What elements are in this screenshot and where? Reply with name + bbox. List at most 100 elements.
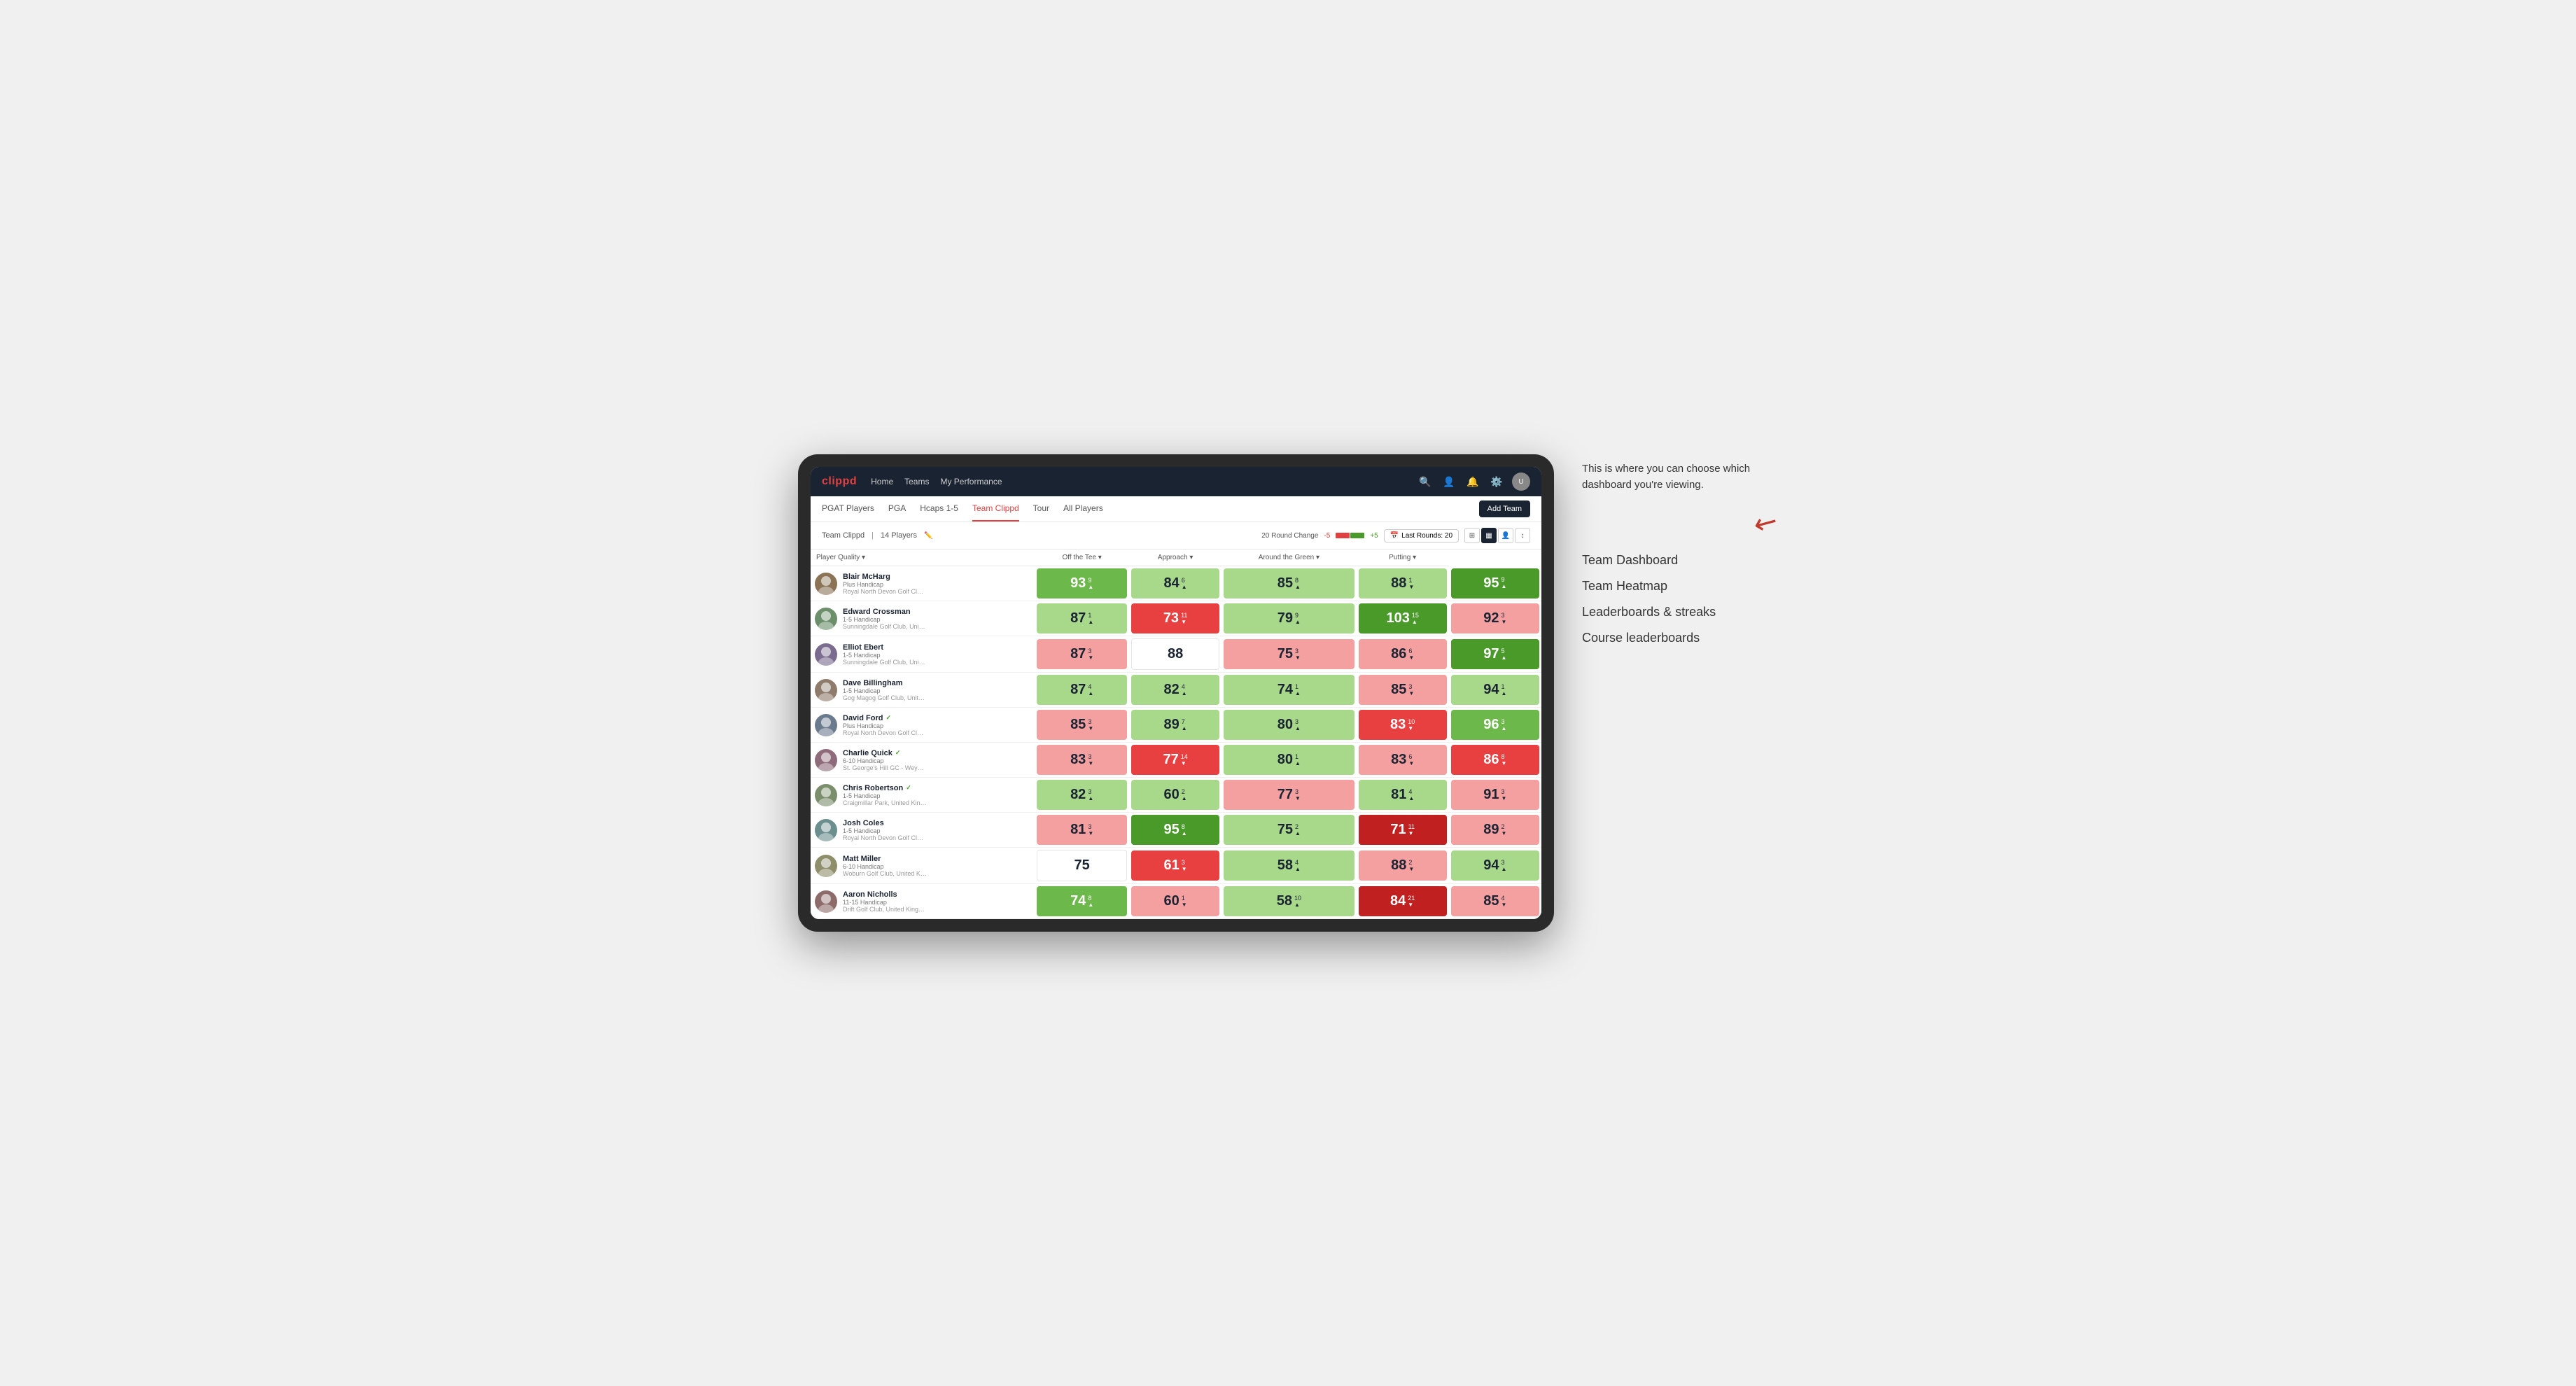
score-cell: 81 4 ▲: [1357, 778, 1449, 813]
score-cell: 89 7 ▲: [1129, 708, 1222, 743]
player-name[interactable]: Josh Coles: [843, 819, 927, 827]
score-value: 87: [1070, 610, 1086, 626]
sort-button[interactable]: ↕: [1515, 528, 1530, 543]
bell-icon[interactable]: 🔔: [1464, 473, 1481, 490]
score-value: 85: [1278, 575, 1293, 592]
settings-icon[interactable]: ⚙️: [1488, 473, 1505, 490]
player-name[interactable]: Charlie Quick ✓: [843, 749, 927, 757]
person-view-button[interactable]: 👤: [1498, 528, 1513, 543]
change-arrow-icon: ▼: [1502, 761, 1507, 766]
score-change: 6 ▲: [1182, 578, 1187, 590]
change-number: 6: [1408, 648, 1412, 654]
score-value-wrapper: 60 2 ▲: [1135, 787, 1215, 803]
subnav-pgat[interactable]: PGAT Players: [822, 496, 874, 522]
score-change: 3 ▼: [1502, 789, 1507, 802]
edit-icon[interactable]: ✏️: [924, 532, 932, 540]
player-name[interactable]: Dave Billingham: [843, 679, 927, 687]
player-details: Blair McHarg Plus Handicap Royal North D…: [843, 573, 927, 595]
change-pos: +5: [1370, 532, 1378, 540]
player-handicap: 1-5 Handicap: [843, 792, 927, 799]
change-number: 2: [1182, 789, 1185, 795]
score-cell-inner: 84 6 ▲: [1131, 568, 1219, 598]
score-cell: 75: [1035, 848, 1129, 884]
player-club: Gog Magog Golf Club, United Kingdom: [843, 694, 927, 701]
score-cell: 85 3 ▼: [1357, 673, 1449, 708]
score-cell: 94 1 ▲: [1449, 673, 1541, 708]
player-details: Matt Miller 6-10 Handicap Woburn Golf Cl…: [843, 855, 927, 877]
change-number: 8: [1502, 754, 1505, 760]
nav-home[interactable]: Home: [871, 474, 893, 489]
score-value-wrapper: 75 2 ▲: [1228, 822, 1350, 838]
score-cell-inner: 95 8 ▲: [1131, 815, 1219, 845]
player-name[interactable]: Matt Miller: [843, 855, 927, 863]
avatar[interactable]: U: [1512, 472, 1530, 491]
subnav-hcaps[interactable]: Hcaps 1-5: [920, 496, 958, 522]
player-info: Elliot Ebert 1-5 Handicap Sunningdale Go…: [815, 643, 1030, 666]
heatmap-view-button[interactable]: ▦: [1481, 528, 1497, 543]
grid-view-button[interactable]: ⊞: [1464, 528, 1480, 543]
score-value: 85: [1391, 682, 1406, 698]
score-change: 2 ▲: [1182, 789, 1187, 802]
subnav-all-players[interactable]: All Players: [1063, 496, 1103, 522]
player-name[interactable]: Elliot Ebert: [843, 643, 927, 652]
option-team-dashboard[interactable]: Team Dashboard: [1582, 553, 1778, 568]
col-approach: Approach ▾: [1129, 550, 1222, 566]
score-value-wrapper: 103 15 ▲: [1363, 610, 1443, 626]
score-cell: 85 8 ▲: [1222, 566, 1356, 601]
score-cell: 60 1 ▼: [1129, 884, 1222, 919]
score-value: 71: [1390, 822, 1406, 838]
nav-teams[interactable]: Teams: [904, 474, 929, 489]
last-rounds-button[interactable]: 📅 Last Rounds: 20: [1384, 529, 1459, 542]
score-cell-inner: 88: [1131, 638, 1219, 670]
score-value-wrapper: 82 3 ▲: [1041, 787, 1123, 803]
player-name[interactable]: Edward Crossman: [843, 608, 927, 616]
score-value-wrapper: 86 6 ▼: [1363, 646, 1443, 662]
player-name[interactable]: Aaron Nicholls: [843, 890, 927, 899]
score-cell-inner: 86 8 ▼: [1451, 745, 1539, 775]
table-row: Edward Crossman 1-5 Handicap Sunningdale…: [811, 601, 1541, 636]
search-icon[interactable]: 🔍: [1417, 473, 1434, 490]
player-name[interactable]: Chris Robertson ✓: [843, 784, 927, 792]
subnav-team-clippd[interactable]: Team Clippd: [972, 496, 1019, 522]
player-info: David Ford ✓ Plus Handicap Royal North D…: [815, 714, 1030, 736]
change-arrow-icon: ▲: [1088, 584, 1093, 590]
score-value: 73: [1163, 610, 1179, 626]
score-value-wrapper: 89 7 ▲: [1135, 717, 1215, 733]
score-cell: 73 11 ▼: [1129, 601, 1222, 636]
player-name[interactable]: Blair McHarg: [843, 573, 927, 581]
player-handicap: 1-5 Handicap: [843, 652, 927, 659]
score-cell: 74 1 ▲: [1222, 673, 1356, 708]
score-change: 1 ▲: [1502, 684, 1507, 696]
score-change: 15 ▲: [1412, 612, 1419, 625]
score-value: 93: [1070, 575, 1086, 592]
subnav-tour[interactable]: Tour: [1033, 496, 1049, 522]
add-team-button[interactable]: Add Team: [1479, 500, 1530, 517]
nav-my-performance[interactable]: My Performance: [940, 474, 1002, 489]
score-change: 2 ▼: [1408, 860, 1414, 872]
score-change: 4 ▲: [1295, 860, 1301, 872]
option-leaderboards[interactable]: Leaderboards & streaks: [1582, 605, 1778, 620]
score-cell: 93 9 ▲: [1035, 566, 1129, 601]
player-name[interactable]: David Ford ✓: [843, 714, 927, 722]
option-team-heatmap[interactable]: Team Heatmap: [1582, 579, 1778, 594]
player-cell: Matt Miller 6-10 Handicap Woburn Golf Cl…: [811, 848, 1035, 884]
subnav-pga[interactable]: PGA: [888, 496, 906, 522]
score-cell: 91 3 ▼: [1449, 778, 1541, 813]
player-info: Edward Crossman 1-5 Handicap Sunningdale…: [815, 608, 1030, 630]
change-arrow-icon: ▲: [1182, 726, 1187, 732]
option-course-leaderboards[interactable]: Course leaderboards: [1582, 631, 1778, 645]
player-details: Elliot Ebert 1-5 Handicap Sunningdale Go…: [843, 643, 927, 666]
score-change: 8 ▲: [1088, 895, 1093, 908]
score-value: 82: [1164, 682, 1180, 698]
player-details: Aaron Nicholls 11-15 Handicap Drift Golf…: [843, 890, 927, 913]
person-icon[interactable]: 👤: [1441, 473, 1457, 490]
score-change: 8 ▼: [1502, 754, 1507, 766]
score-cell-inner: 79 9 ▲: [1224, 603, 1354, 634]
player-info: Chris Robertson ✓ 1-5 Handicap Craigmill…: [815, 784, 1030, 806]
player-cell: Josh Coles 1-5 Handicap Royal North Devo…: [811, 813, 1035, 848]
player-club: Sunningdale Golf Club, United Kingdom: [843, 623, 927, 630]
table-row: Dave Billingham 1-5 Handicap Gog Magog G…: [811, 673, 1541, 708]
score-cell: 88: [1129, 636, 1222, 673]
score-cell-inner: 85 3 ▼: [1037, 710, 1127, 740]
change-number: 5: [1502, 648, 1505, 654]
